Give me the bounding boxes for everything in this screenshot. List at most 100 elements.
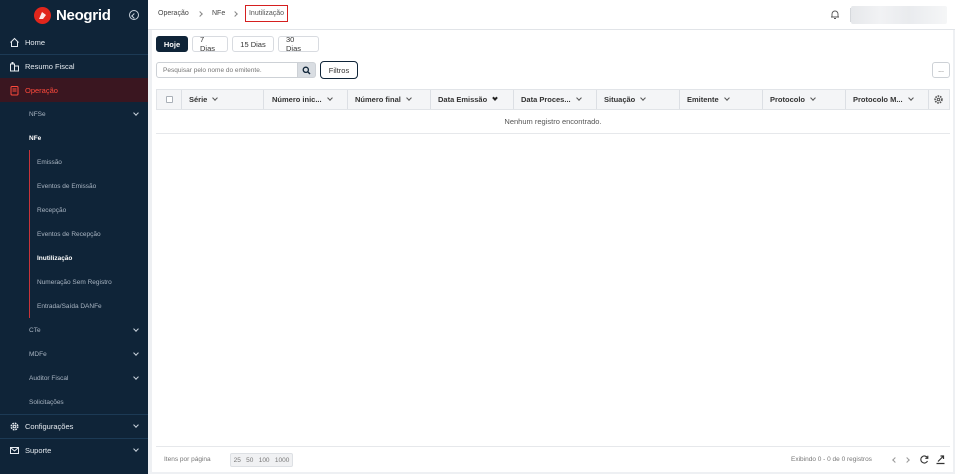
sidebar-item-suporte[interactable]: Suporte [0,438,148,462]
home-icon [8,36,20,48]
sidebar-item-recepcao[interactable]: Recepção [0,198,148,222]
search-button[interactable] [298,62,316,78]
chevron-down-icon [133,350,139,356]
document-icon [8,84,20,96]
gear-icon [8,420,20,432]
column-divider [928,90,929,109]
chevron-down-icon [133,446,139,452]
sidebar-item-label: Home [25,37,46,47]
column-header-emitente[interactable]: Emitente [687,90,730,109]
column-header-numero-final[interactable]: Número final [355,90,412,109]
column-divider [181,90,182,109]
column-header-protocolo[interactable]: Protocolo [770,90,816,109]
sidebar-item-label: Numeração Sem Registro [37,278,112,286]
breadcrumb-separator-icon [197,11,203,17]
sidebar-item-cte[interactable]: CTe [0,318,148,342]
sidebar-item-operacao[interactable]: Operação [0,78,148,102]
brand-name: Neogrid [56,6,111,24]
sidebar-item-numeracao-sem-registro[interactable]: Numeração Sem Registro [0,270,148,294]
chevron-down-icon [133,326,139,332]
period-7-dias-button[interactable]: 7 Dias [192,35,228,53]
page-size-selector: 25 50 100 1000 [230,453,293,467]
column-divider [679,90,680,109]
sidebar-item-inutilizacao[interactable]: Inutilização [0,246,148,270]
refresh-icon[interactable] [919,454,930,465]
search-icon [302,66,311,74]
sidebar-item-label: Configurações [25,421,74,431]
sidebar-item-mdfe[interactable]: MDFe [0,342,148,366]
column-label: Protocolo [770,95,805,104]
previous-page-icon[interactable] [892,457,898,463]
collapse-sidebar-icon[interactable] [129,10,139,20]
column-label: Data Proces... [521,95,571,104]
filters-button[interactable]: Filtros [320,61,358,79]
sidebar-item-nfe[interactable]: NFe [0,126,148,150]
column-settings-gear-icon[interactable] [933,94,944,105]
chevron-down-icon [810,95,816,101]
sidebar-item-auditor-fiscal[interactable]: Auditor Fiscal [0,366,148,390]
column-divider [596,90,597,109]
page-size-1000[interactable]: 1000 [275,457,289,464]
next-page-icon[interactable] [904,457,910,463]
column-divider [513,90,514,109]
brand-logo[interactable]: Neogrid [0,0,148,30]
column-divider [347,90,348,109]
sidebar-item-label: Recepção [37,206,67,214]
sidebar-item-configuracoes[interactable]: Configurações [0,414,148,438]
neogrid-logo-icon [34,6,51,24]
sidebar-item-label: NFSe [29,110,46,118]
sidebar-item-label: Solicitações [29,398,64,406]
breadcrumb-nfe[interactable]: NFe [212,10,225,17]
column-header-data-emissao[interactable]: Data Emissão [438,90,499,109]
mail-icon [8,444,20,456]
select-all-checkbox[interactable] [166,96,173,103]
column-label: Número final [355,95,401,104]
period-30-dias-button[interactable]: 30 Dias [278,35,319,53]
user-profile-blurred[interactable] [851,6,947,24]
sidebar-item-solicitacoes[interactable]: Solicitações [0,390,148,414]
sidebar-item-label: Eventos de Recepção [37,230,101,238]
sidebar-item-resumo-fiscal[interactable]: Resumo Fiscal [0,54,148,78]
column-label: Data Emissão [438,95,488,104]
breadcrumb-operacao[interactable]: Operação [158,10,189,17]
period-hoje-button[interactable]: Hoje [156,36,188,52]
bell-icon[interactable] [830,9,840,20]
chevron-down-icon [326,95,333,101]
sidebar-item-label: Auditor Fiscal [29,374,69,382]
export-icon[interactable] [935,454,946,465]
column-header-situacao[interactable]: Situação [604,90,647,109]
sidebar-item-emissao[interactable]: Emissão [0,150,148,174]
page-size-25[interactable]: 25 [234,457,241,464]
column-label: Emitente [687,95,719,104]
column-label: Protocolo M... [853,95,903,104]
sidebar: Neogrid Home Resumo Fiscal Operação NFSe… [0,0,148,474]
main-content: Hoje 7 Dias 15 Dias 30 Dias Filtros ... … [152,30,953,472]
sidebar-item-label: Entrada/Saída DANFe [37,302,102,310]
chevron-down-icon [907,95,914,101]
records-count: Exibindo 0 - 0 de 0 registros [791,456,872,463]
sidebar-item-eventos-recepcao[interactable]: Eventos de Recepção [0,222,148,246]
sidebar-item-nfse[interactable]: NFSe [0,102,148,126]
sidebar-item-label: NFe [29,134,42,142]
sidebar-item-home[interactable]: Home [0,30,148,54]
items-per-page-label: Itens por página [164,456,211,463]
chevron-down-icon [133,374,139,380]
column-header-protocolo-m[interactable]: Protocolo M... [853,90,914,109]
sidebar-item-label: Suporte [25,445,52,455]
column-header-numero-inicial[interactable]: Número inic... [272,90,333,109]
search-input[interactable] [156,62,298,78]
chevron-down-icon [133,422,139,428]
column-header-serie[interactable]: Série [189,90,219,109]
sidebar-item-label: Emissão [37,158,62,166]
table-header: Série Número inic... Número final Data E… [156,89,950,110]
chevron-down-icon [723,95,730,101]
column-header-data-processamento[interactable]: Data Proces... [521,90,582,109]
page-size-100[interactable]: 100 [259,457,270,464]
period-15-dias-button[interactable]: 15 Dias [232,36,274,52]
sidebar-item-eventos-emissao[interactable]: Eventos de Emissão [0,174,148,198]
page-size-50[interactable]: 50 [246,457,253,464]
more-options-button[interactable]: ... [932,62,950,78]
sidebar-item-entrada-saida-danfe[interactable]: Entrada/Saída DANFe [0,294,148,318]
sidebar-item-label: Eventos de Emissão [37,182,97,190]
column-divider [430,90,431,109]
